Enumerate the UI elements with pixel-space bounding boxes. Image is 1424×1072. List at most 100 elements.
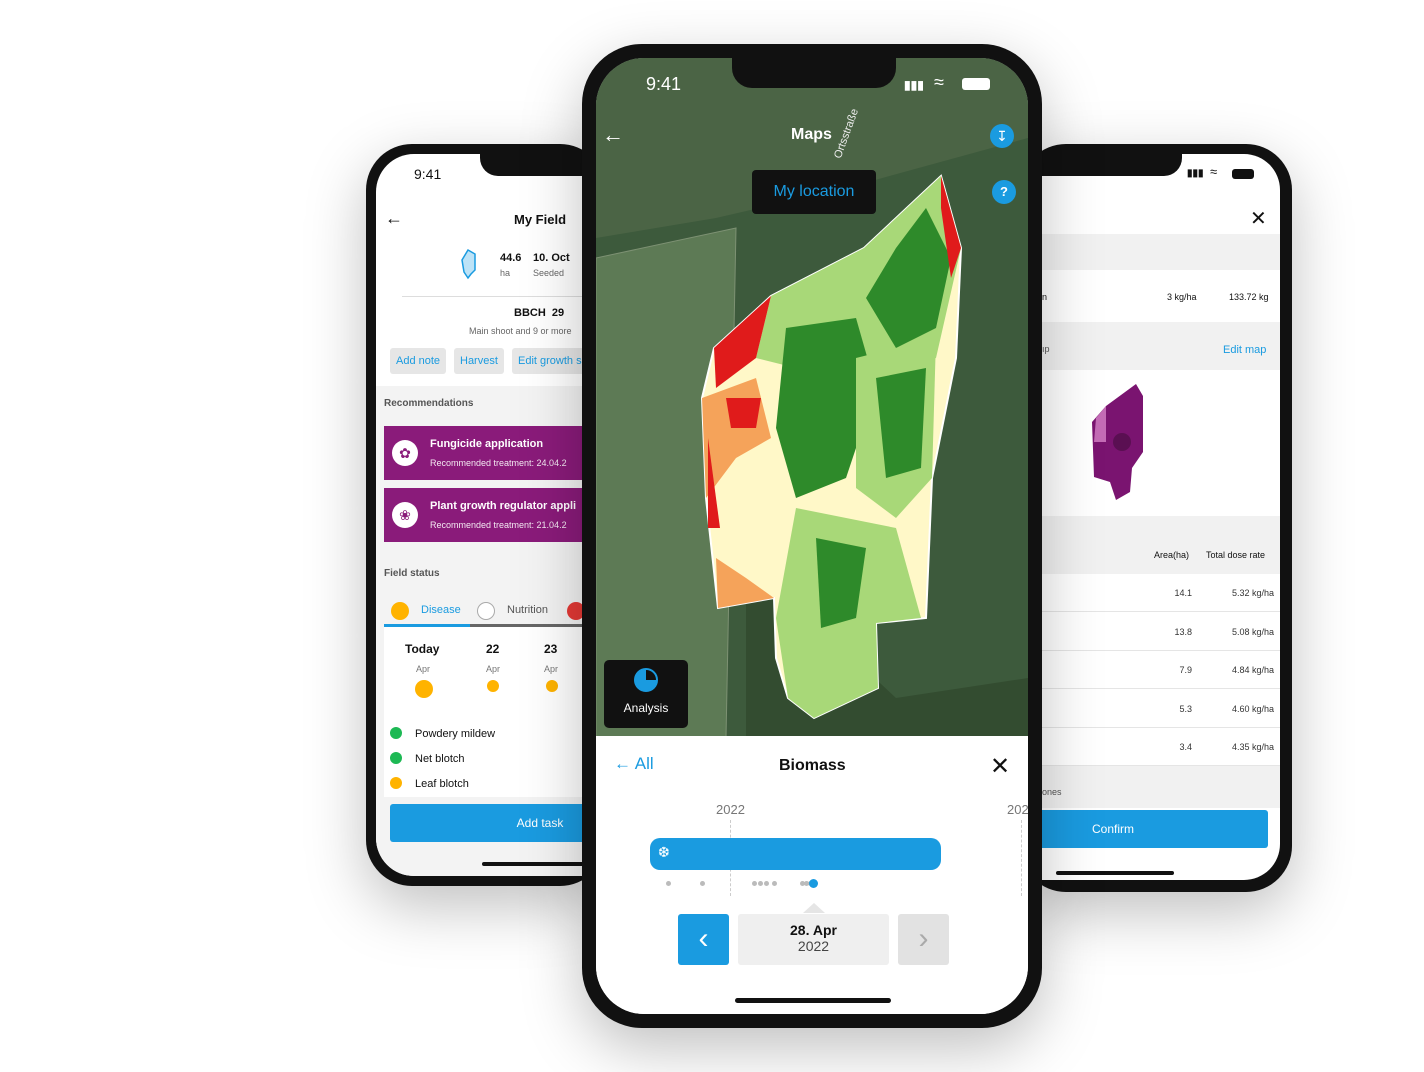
zone-row[interactable]: 14.1 5.32 kg/ha <box>1042 574 1280 612</box>
status-time: 9:41 <box>646 74 682 94</box>
zone-dose: 4.60 kg/ha <box>1231 703 1274 714</box>
day-label[interactable]: 23 <box>544 642 557 656</box>
field-shape-icon <box>461 248 476 280</box>
timeline-year: 202 <box>1007 802 1028 817</box>
download-button[interactable]: ↧ <box>990 124 1014 148</box>
area-value: 44.6 <box>500 252 522 264</box>
add-task-button[interactable]: Add task <box>390 804 606 842</box>
confirm-label: Confirm <box>1092 822 1135 836</box>
prescription-map-thumbnail <box>1092 384 1143 500</box>
risk-dot <box>487 680 499 692</box>
battery-icon <box>962 78 990 90</box>
risk-dot <box>546 680 558 692</box>
confirm-button[interactable]: Confirm <box>1042 810 1268 848</box>
selected-date-year: 2022 <box>797 938 830 954</box>
add-note-button[interactable]: Add note <box>390 348 447 374</box>
back-all-button[interactable]: ← All <box>614 754 654 774</box>
status-time: 9:41 <box>414 166 442 182</box>
previous-date-button[interactable]: ‹ <box>678 914 729 965</box>
disease-icon <box>391 602 409 620</box>
status-dot <box>390 727 402 739</box>
bbch-description: Main shoot and 9 or more <box>469 326 572 336</box>
right-phone-screen: ▮▮▮ ≈ ✕ n 3 kg/ha 133.72 kg ıp Edit map … <box>1042 154 1280 880</box>
status-dot <box>390 752 402 764</box>
zone-area: 13.8 <box>1174 626 1192 637</box>
timeline-image-dot[interactable] <box>758 881 763 886</box>
seeded-label: Seeded <box>533 268 565 278</box>
zone-dose: 5.32 kg/ha <box>1231 588 1274 598</box>
panel-title: Biomass <box>779 757 846 774</box>
timeline-year: 2022 <box>716 802 745 817</box>
timeline-image-dot[interactable] <box>752 881 757 886</box>
divider <box>402 296 606 297</box>
nutrition-icon <box>477 602 495 620</box>
tab-disease[interactable]: Disease <box>421 604 461 616</box>
month-label: Apr <box>486 664 501 674</box>
total-value: 133.72 kg <box>1229 292 1269 302</box>
close-icon[interactable]: ✕ <box>1250 206 1267 231</box>
recommendation-card[interactable]: ❀ Plant growth regulator appli Recommended… <box>384 488 606 542</box>
page-title: My Field <box>514 212 567 227</box>
day-label[interactable]: Today <box>405 642 439 656</box>
recommendations-heading: Recommendations <box>384 398 474 409</box>
zone-dose: 5.08 kg/ha <box>1231 626 1274 637</box>
status-dot <box>390 777 402 789</box>
day-label[interactable]: 22 <box>486 642 499 656</box>
rate-value: 3 kg/ha <box>1167 292 1197 302</box>
wheat-icon: ❆ <box>658 844 670 860</box>
zone-row[interactable]: 3.4 4.35 kg/ha <box>1042 728 1280 766</box>
timeline-selected-dot[interactable] <box>809 879 818 888</box>
timeline-image-dot[interactable] <box>666 881 671 886</box>
selected-date: 28. Apr 2022 <box>738 914 889 965</box>
timeline-image-dot[interactable] <box>772 881 777 886</box>
help-button[interactable]: ? <box>992 180 1016 204</box>
next-date-button[interactable]: › <box>898 914 949 965</box>
back-arrow-icon[interactable]: ← <box>385 208 403 229</box>
edit-growth-stage-button[interactable]: Edit growth s <box>512 348 588 374</box>
zone-area: 14.1 <box>1174 588 1192 598</box>
left-phone-screen: 9:41 ← My Field 44.6 ha 10. Oct Seeded B… <box>376 154 606 876</box>
zones-label: ones <box>1042 787 1062 797</box>
column-header-area: Area(ha) <box>1154 550 1190 560</box>
disease-name: Leaf blotch <box>415 778 469 790</box>
selected-date-day: 28. Apr <box>790 922 837 938</box>
zone-row[interactable]: 13.8 5.08 kg/ha <box>1042 613 1280 651</box>
zone-row[interactable]: 7.9 4.84 kg/ha <box>1042 651 1280 689</box>
page-title: Maps <box>791 126 832 143</box>
analysis-button[interactable]: Analysis <box>604 660 688 728</box>
analysis-label: Analysis <box>623 701 669 715</box>
satellite-map[interactable] <box>596 58 1028 738</box>
zone-dose: 4.84 kg/ha <box>1231 665 1274 675</box>
back-all-label: All <box>634 754 654 773</box>
center-phone-screen: 9:41 ▮▮▮ ≈ ← Maps Ortsstraße ↧ ? My loca… <box>596 58 1028 1014</box>
recommendation-subtitle: Recommended treatment: 21.04.2 <box>430 520 567 530</box>
my-location-button[interactable]: My location <box>752 170 876 214</box>
zone-area: 7.9 <box>1179 665 1192 675</box>
column-header-dose: Total dose rate <box>1206 550 1266 560</box>
home-indicator <box>735 998 891 1003</box>
area-unit: ha <box>500 268 511 278</box>
bbch-stage: BBCH 29 <box>514 307 565 319</box>
my-location-label: My location <box>773 183 855 200</box>
timeline-image-dot[interactable] <box>700 881 705 886</box>
close-icon[interactable]: ✕ <box>990 752 1010 781</box>
field-status-heading: Field status <box>384 568 440 579</box>
harvest-button[interactable]: Harvest <box>454 348 504 374</box>
back-arrow-icon[interactable]: ← <box>602 122 624 148</box>
back-arrow-icon: ← <box>614 754 631 773</box>
tab-nutrition[interactable]: Nutrition <box>507 604 548 616</box>
crop-season-bar[interactable]: ❆ <box>650 838 941 870</box>
recommendation-title: Fungicide application <box>430 438 544 450</box>
seeded-value: 10. Oct <box>533 252 570 264</box>
timeline-image-dot[interactable] <box>764 881 769 886</box>
add-task-label: Add task <box>516 816 564 830</box>
recommendation-card[interactable]: ✿ Fungicide application Recommended treatm… <box>384 426 606 480</box>
zone-dose: 4.35 kg/ha <box>1231 742 1274 752</box>
signal-icon: ▮▮▮ <box>1187 168 1204 179</box>
battery-icon <box>1232 169 1254 179</box>
disease-risk-icon <box>415 680 433 698</box>
edit-map-link[interactable]: Edit map <box>1223 344 1266 356</box>
leaf-icon: ✿ <box>392 440 418 466</box>
zone-row[interactable]: 5.3 4.60 kg/ha <box>1042 690 1280 728</box>
disease-name: Net blotch <box>415 753 465 765</box>
